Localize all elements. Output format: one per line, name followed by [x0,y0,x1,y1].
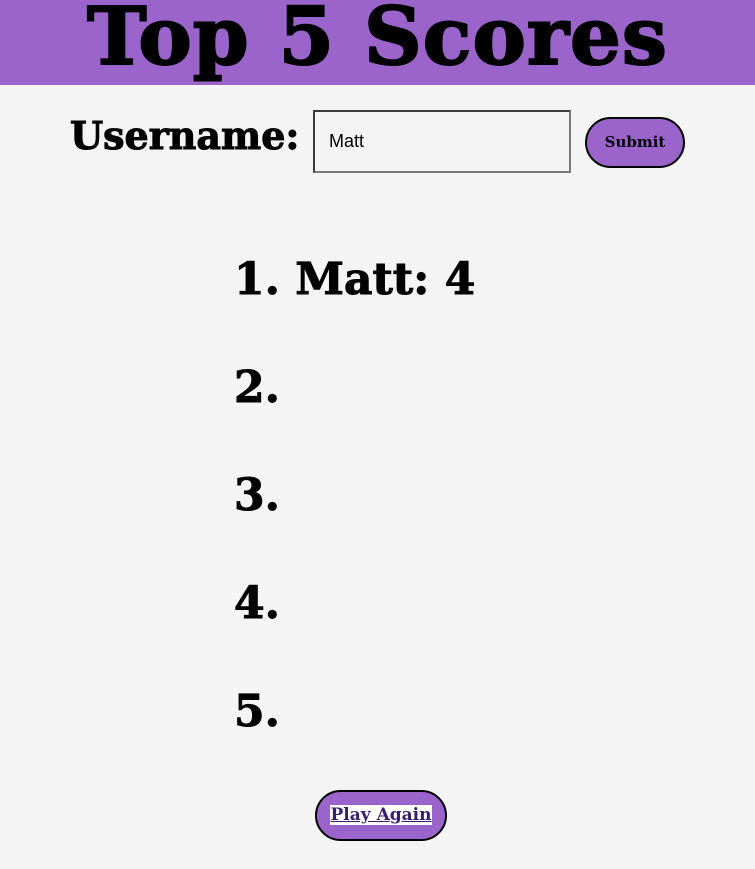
score-rank: 3. [234,470,281,522]
score-item-5: 5. [234,676,475,784]
scores-list: 1. Matt: 4 2. 3. 4. 5. [234,244,476,784]
score-rank: 1. [234,254,281,306]
score-entry: Matt: 4 [295,254,476,306]
username-input[interactable] [313,110,571,173]
page-title: Top 5 Scores [86,0,668,84]
score-rank: 5. [234,686,281,738]
page-header: Top 5 Scores [0,0,755,85]
submit-button[interactable]: Submit [585,117,685,168]
play-again-link[interactable]: Play Again [329,805,433,825]
score-item-3: 3. [234,460,475,568]
score-rank: 4. [234,578,281,630]
play-again-button[interactable]: Play Again [315,790,447,841]
score-rank: 2. [234,362,281,414]
username-label: Username: [69,113,300,158]
score-item-2: 2. [234,352,475,460]
score-item-1: 1. Matt: 4 [234,244,476,352]
score-item-4: 4. [234,568,475,676]
